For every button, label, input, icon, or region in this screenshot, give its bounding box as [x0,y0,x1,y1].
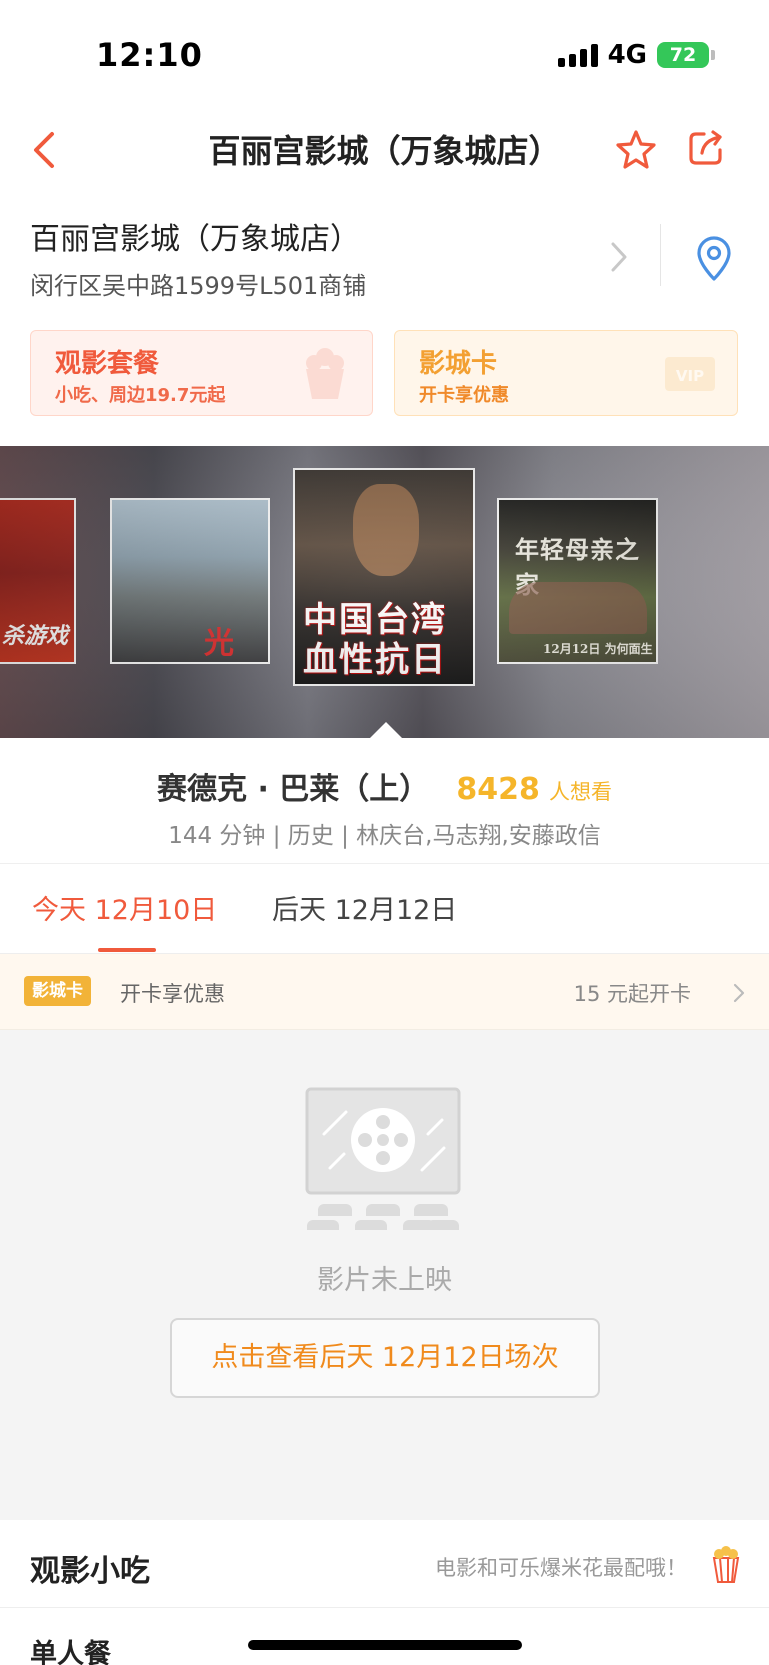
tab-today[interactable]: 今天 12月10日 [32,888,217,927]
movie-title-row: 赛德克 · 巴莱（上） 8428 人想看 [0,764,769,808]
poster-item[interactable]: 杀游戏 [0,498,76,664]
movie-meta: 144 分钟 | 历史 | 林庆台,马志翔,安藤政信 [168,823,601,849]
cinema-info[interactable]: 百丽宫影城（万象城店） 闵行区吴中路1599号L501商铺 [0,210,769,300]
poster-item-selected[interactable]: 中国台湾 血性抗日 [293,468,475,686]
want-count: 8428 [456,772,540,807]
cinema-name: 百丽宫影城（万象城店） [30,222,360,257]
view-schedule-button[interactable]: 点击查看后天 12月12日场次 [170,1318,600,1398]
empty-state: 影片未上映 点击查看后天 12月12日场次 [0,1030,769,1520]
vip-card-icon: VIP [665,357,715,391]
snacks-header: 观影小吃 电影和可乐爆米花最配哦！ [0,1520,769,1608]
poster-artwork [353,484,419,576]
selected-pointer [370,722,402,738]
snacks-slogan: 电影和可乐爆米花最配哦！ [435,1556,687,1580]
share-icon[interactable] [686,128,726,168]
popcorn-icon [712,1546,740,1583]
snacks-title: 观影小吃 [30,1554,150,1589]
card-strip-text: 开卡享优惠 [120,982,225,1006]
poster-item[interactable]: 光 [110,498,270,664]
combo-subtitle: 小吃、周边19.7元起 [55,385,226,406]
nav-header: 百丽宫影城（万象城店） [0,110,769,190]
film-reel-icon [305,1087,461,1230]
poster-item[interactable]: 年轻母亲之家 12月12日 为何面生 [497,498,658,664]
card-subtitle: 开卡享优惠 [419,385,509,406]
poster-artwork [509,582,647,634]
chevron-right-icon [733,983,745,1003]
empty-message: 影片未上映 [317,1265,452,1296]
poster-title-line2: 血性抗日 [303,640,447,680]
combo-title: 观影套餐 [55,349,160,379]
status-indicators: 4G 72 [557,40,715,70]
poster-title: 光 [204,626,234,661]
chevron-right-icon [611,242,627,272]
want-label: 人想看 [548,780,612,804]
svg-text:VIP: VIP [676,367,704,385]
network-label: 4G [607,40,647,70]
poster-title: 杀游戏 [1,623,68,649]
battery-icon: 72 [657,42,715,68]
signal-icon [557,43,598,67]
snack-category-single[interactable]: 单人餐 [30,1632,111,1665]
cinema-card-strip[interactable]: 影城卡 开卡享优惠 15 元起开卡 [0,954,769,1030]
movie-title: 赛德克 · 巴莱（上） [157,772,430,807]
tab-active-indicator [98,948,156,952]
popcorn-bucket-icon [306,348,344,399]
card-title: 影城卡 [419,349,498,379]
cinema-card-promo[interactable]: 影城卡 开卡享优惠 VIP [394,330,738,416]
battery-level: 72 [669,44,697,66]
tab-day-after[interactable]: 后天 12月12日 [272,888,457,927]
status-time: 12:10 [96,36,203,74]
movie-info: 赛德克 · 巴莱（上） 8428 人想看 144 分钟 | 历史 | 林庆台,马… [0,738,769,864]
cinema-address: 闵行区吴中路1599号L501商铺 [30,272,367,300]
combo-promo-card[interactable]: 观影套餐 小吃、周边19.7元起 [30,330,373,416]
divider [660,224,661,286]
card-badge: 影城卡 [24,976,91,1006]
location-pin-icon[interactable] [694,236,734,282]
star-icon[interactable] [614,128,658,172]
poster-date: 12月12日 为何面生 [543,642,653,656]
date-tabs: 今天 12月10日 后天 12月12日 [0,864,769,954]
poster-carousel[interactable]: 杀游戏 光 中国台湾 血性抗日 年轻母亲之家 12月12日 为何面生 [0,446,769,738]
home-indicator[interactable] [248,1640,522,1650]
card-strip-price: 15 元起开卡 [573,982,691,1006]
status-bar: 12:10 4G 72 [0,0,769,110]
